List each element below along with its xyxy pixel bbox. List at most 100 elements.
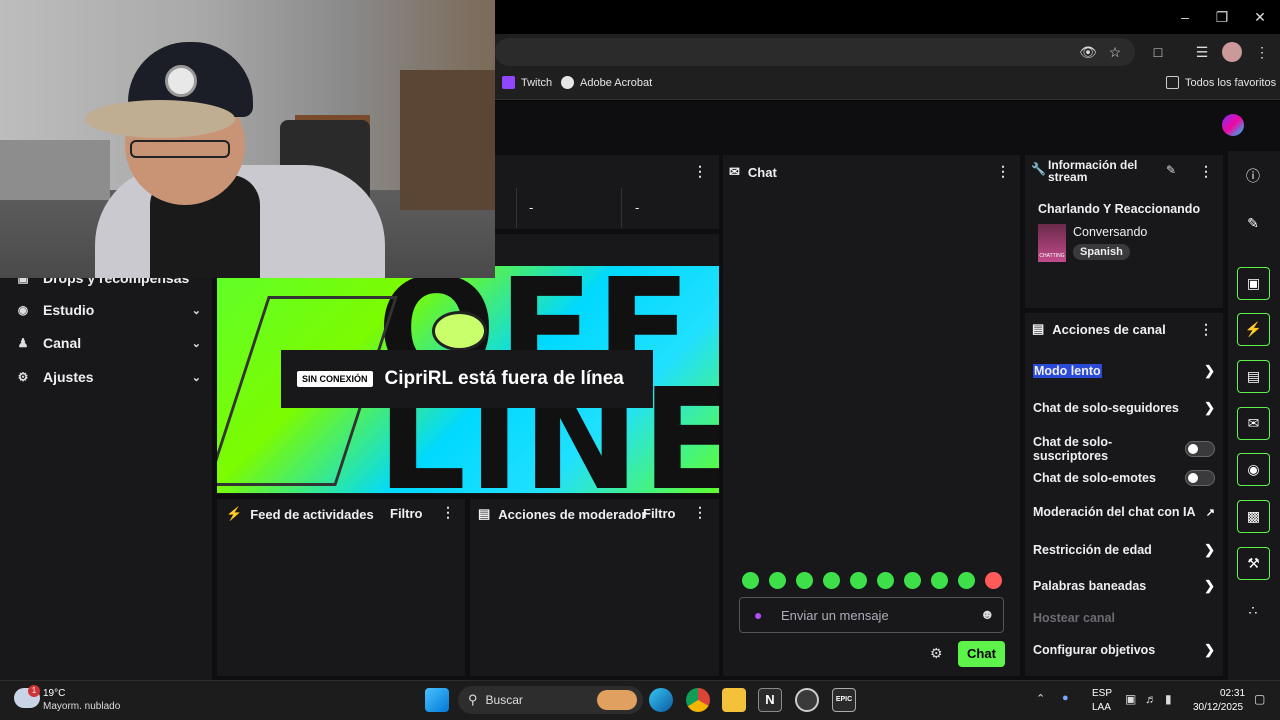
windows-start-icon[interactable]: [425, 688, 449, 712]
app-n-icon[interactable]: N: [758, 688, 782, 712]
action-slow-mode[interactable]: Modo lento ❯: [1033, 363, 1215, 379]
bookmark-star-icon[interactable]: ☆: [1105, 42, 1125, 62]
file-explorer-icon[interactable]: [722, 688, 746, 712]
sidebar-item-label: Ajustes: [43, 369, 94, 385]
chrome-browser-icon[interactable]: [686, 688, 710, 712]
action-set-goals[interactable]: Configurar objetivos ❯: [1033, 642, 1215, 658]
bookmark-adobe-acrobat[interactable]: Adobe Acrobat: [561, 76, 652, 89]
taskbar-search[interactable]: ⚲ Buscar: [458, 686, 643, 714]
keyboard-language[interactable]: ESP: [1092, 688, 1112, 699]
edge-browser-icon[interactable]: [649, 688, 673, 712]
chat-bubble-icon[interactable]: ✉: [1237, 407, 1270, 440]
emote-icon[interactable]: [904, 572, 921, 589]
video-camera-icon[interactable]: ▩: [1237, 500, 1270, 533]
sidebar-item-label: Estudio: [43, 302, 95, 318]
microphone-icon[interactable]: ●: [754, 607, 762, 623]
edit-pencil-icon[interactable]: ✎: [1166, 163, 1176, 177]
stream-category: Conversando: [1073, 225, 1148, 239]
search-highlight-image: [597, 690, 637, 710]
chat-send-button[interactable]: Chat: [958, 641, 1005, 667]
mod-actions-filter[interactable]: Filtro: [643, 506, 676, 521]
mod-actions-panel: [470, 499, 719, 676]
action-label: Chat de solo-suscriptores: [1033, 435, 1113, 463]
search-label: Buscar: [485, 693, 523, 707]
stats-menu-icon[interactable]: ⋮: [693, 163, 707, 180]
chat-settings-icon[interactable]: ⚙: [930, 645, 943, 662]
language-tag: Spanish: [1073, 244, 1130, 260]
edit-pencil-icon[interactable]: ✎: [1243, 213, 1263, 233]
epic-games-icon[interactable]: EPIC: [832, 688, 856, 712]
profile-avatar[interactable]: [1222, 42, 1242, 62]
clock-date[interactable]: 30/12/2025: [1193, 702, 1243, 713]
action-ai-moderation[interactable]: Moderación del chat con IA ↗: [1033, 505, 1215, 519]
emotes-only-toggle[interactable]: [1185, 470, 1215, 486]
more-actions-icon[interactable]: ∴: [1243, 600, 1263, 620]
action-subscribers-only: Chat de solo-suscriptores: [1033, 435, 1215, 463]
subscribers-only-toggle[interactable]: [1185, 441, 1215, 457]
speaker-icon[interactable]: ♬: [1145, 692, 1157, 706]
bookmark-label: Twitch: [521, 76, 553, 89]
chevron-down-icon: ⌄: [191, 371, 201, 384]
weather-description[interactable]: Mayorm. nublado: [43, 701, 120, 712]
channel-actions-title: Acciones de canal: [1052, 321, 1166, 337]
category-thumbnail[interactable]: CHATTING: [1038, 224, 1066, 262]
weather-temperature[interactable]: 19°C: [43, 688, 65, 699]
mod-actions-menu-icon[interactable]: ⋮: [693, 504, 707, 521]
close-button[interactable]: ✕: [1245, 6, 1275, 28]
sidebar-item-channel[interactable]: ♟ Canal ⌄: [16, 331, 201, 355]
keyboard-layout[interactable]: LAA: [1092, 702, 1111, 713]
emote-icon[interactable]: [742, 572, 759, 589]
lightning-icon[interactable]: ⚡: [1237, 313, 1270, 346]
chat-menu-icon[interactable]: ⋮: [996, 163, 1010, 180]
action-label: Hostear canal: [1033, 611, 1115, 625]
activity-feed-menu-icon[interactable]: ⋮: [441, 504, 455, 521]
twitch-icon: [502, 76, 515, 89]
emote-icon[interactable]: [850, 572, 867, 589]
emote-icon[interactable]: [796, 572, 813, 589]
user-avatar[interactable]: [1222, 114, 1244, 136]
action-banned-words[interactable]: Palabras baneadas ❯: [1033, 578, 1215, 594]
offline-banner: SIN CONEXIÓN CipriRL está fuera de línea: [281, 350, 653, 408]
chat-message-input[interactable]: ● Enviar un mensaje ☻: [739, 597, 1004, 633]
emote-icon[interactable]: [823, 572, 840, 589]
clock-time[interactable]: 02:31: [1220, 688, 1245, 699]
sidebar-item-studio[interactable]: ◉ Estudio ⌄: [16, 298, 201, 322]
microphone-icon[interactable]: ●: [1062, 692, 1069, 704]
channel-actions-menu-icon[interactable]: ⋮: [1199, 321, 1213, 338]
emote-icon[interactable]: [877, 572, 894, 589]
activity-feed-header: ⚡ Feed de actividades: [226, 506, 374, 522]
webcam-overlay: [0, 0, 495, 278]
stat-value: -: [635, 200, 640, 215]
battery-icon[interactable]: ▮: [1165, 692, 1172, 706]
action-followers-only[interactable]: Chat de solo-seguidores ❯: [1033, 400, 1215, 416]
maximize-button[interactable]: ❐: [1207, 6, 1237, 28]
emote-icon[interactable]: [769, 572, 786, 589]
emote-icon[interactable]: [985, 572, 1002, 589]
mod-actions-header: ▤ Acciones de moderador: [478, 506, 646, 522]
wrench-icon[interactable]: ⚒: [1237, 547, 1270, 580]
action-age-restriction[interactable]: Restricción de edad ❯: [1033, 542, 1215, 558]
all-bookmarks[interactable]: Todos los favoritos: [1166, 76, 1276, 89]
network-icon[interactable]: ▣: [1125, 692, 1136, 706]
address-bar[interactable]: [495, 38, 1135, 66]
eye-slash-icon[interactable]: 👁: [1078, 42, 1098, 62]
notifications-icon[interactable]: ▢: [1254, 692, 1265, 706]
chevron-down-icon: ⌄: [191, 337, 201, 350]
obs-icon[interactable]: [795, 688, 819, 712]
document-icon[interactable]: ▤: [1237, 360, 1270, 393]
info-icon[interactable]: ⓘ: [1243, 166, 1263, 186]
emote-icon[interactable]: [958, 572, 975, 589]
broadcast-icon[interactable]: ◉: [1237, 453, 1270, 486]
emoji-picker-icon[interactable]: ☻: [980, 606, 995, 622]
chevron-up-icon[interactable]: ⌃: [1036, 692, 1045, 705]
sidebar-item-settings[interactable]: ⚙ Ajustes ⌄: [16, 365, 201, 389]
clip-capture-icon[interactable]: ▣: [1237, 267, 1270, 300]
emote-icon[interactable]: [931, 572, 948, 589]
activity-feed-filter[interactable]: Filtro: [390, 506, 423, 521]
extensions-icon[interactable]: □: [1148, 42, 1168, 62]
minimize-button[interactable]: –: [1170, 6, 1200, 28]
media-control-icon[interactable]: ☰: [1192, 42, 1212, 62]
stream-info-menu-icon[interactable]: ⋮: [1199, 163, 1213, 180]
bookmark-twitch[interactable]: Twitch: [502, 76, 552, 89]
browser-menu-icon[interactable]: ⋮: [1252, 42, 1272, 62]
